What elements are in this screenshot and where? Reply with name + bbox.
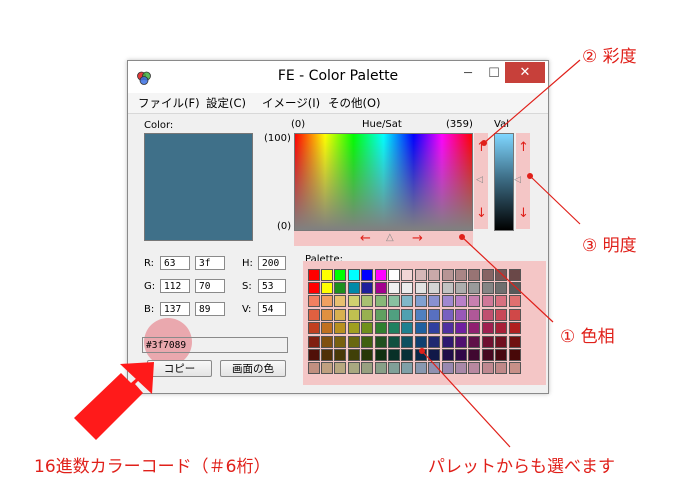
annotation-hue: ① 色相 xyxy=(560,327,615,347)
annotation-hexcode: 16進数カラーコード（＃6桁） xyxy=(34,457,271,477)
saturation-pointer-dot xyxy=(481,140,487,146)
brightness-pointer-dot xyxy=(527,173,533,179)
palette-pointer-line xyxy=(421,350,511,448)
brightness-pointer-line xyxy=(529,175,581,225)
saturation-pointer-line xyxy=(483,59,581,144)
annotation-saturation: ② 彩度 xyxy=(582,47,637,67)
palette-pointer-dot xyxy=(419,348,425,354)
hue-pointer-line xyxy=(461,236,554,323)
hue-pointer-dot xyxy=(459,234,465,240)
annotation-palette: パレットからも選べます xyxy=(428,457,615,477)
annotation-brightness: ③ 明度 xyxy=(582,236,637,256)
